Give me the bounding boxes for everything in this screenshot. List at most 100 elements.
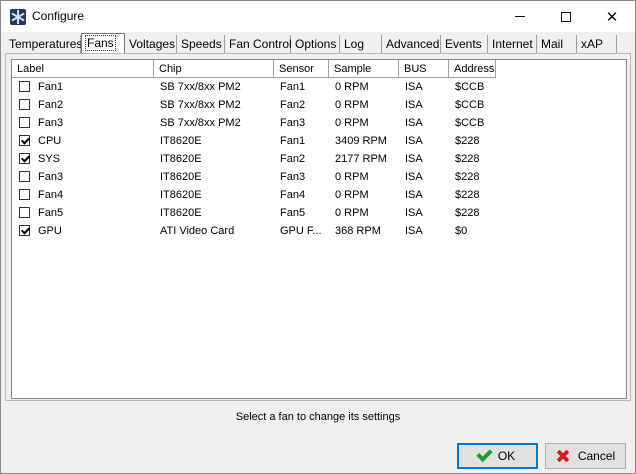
tab-speeds[interactable]: Speeds [177,35,225,53]
cell-chip: SB 7xx/8xx PM2 [160,99,241,111]
cell-label: GPU [38,225,62,237]
cell-sensor: GPU F... [280,225,322,237]
cell-chip: IT8620E [160,171,202,183]
cell-bus: ISA [405,135,423,147]
cell-chip: ATI Video Card [160,225,235,237]
fan-list[interactable]: Label Chip Sensor Sample BUS Address Fan… [11,59,627,399]
tab-internet[interactable]: Internet [488,35,537,53]
configure-window: Configure ✕ Temperatures Fans Voltages S… [0,0,636,474]
column-bus[interactable]: BUS [399,60,449,78]
cell-bus: ISA [405,225,423,237]
cell-address: $CCB [455,99,485,111]
row-checkbox[interactable] [19,81,30,92]
cell-address: $228 [455,207,480,219]
row-checkbox[interactable] [19,135,30,146]
table-row[interactable]: GPU ATI Video Card GPU F... 368 RPM ISA $0 [12,222,626,240]
cell-chip: IT8620E [160,153,202,165]
cell-sensor: Fan2 [280,153,306,165]
cell-sensor: Fan5 [280,207,306,219]
cell-label: Fan1 [38,81,64,93]
maximize-button[interactable] [543,1,589,32]
cell-sensor: Fan3 [280,117,306,129]
cell-bus: ISA [405,81,423,93]
cell-sample: 368 RPM [335,225,381,237]
row-checkbox[interactable] [19,225,30,236]
cell-label: SYS [38,153,61,165]
cell-label: CPU [38,135,62,147]
cell-address: $228 [455,135,480,147]
table-row[interactable]: Fan3 SB 7xx/8xx PM2 Fan3 0 RPM ISA $CCB [12,114,626,132]
minimize-icon [515,16,525,17]
tab-log[interactable]: Log [340,35,382,53]
cell-sensor: Fan3 [280,171,306,183]
table-row[interactable]: SYS IT8620E Fan2 2177 RPM ISA $228 [12,150,626,168]
tab-fans[interactable]: Fans [81,33,125,54]
cell-chip: IT8620E [160,189,202,201]
cell-sensor: Fan1 [280,135,306,147]
cell-label: Fan3 [38,171,64,183]
window-title: Configure [32,9,85,23]
cancel-x-icon [556,449,570,463]
tab-options[interactable]: Options [291,35,340,53]
row-checkbox[interactable] [19,99,30,110]
cell-bus: ISA [405,171,423,183]
table-row[interactable]: Fan4 IT8620E Fan4 0 RPM ISA $228 [12,186,626,204]
table-row[interactable]: Fan3 IT8620E Fan3 0 RPM ISA $228 [12,168,626,186]
column-sensor[interactable]: Sensor [274,60,329,78]
column-address[interactable]: Address [449,60,496,78]
cell-chip: SB 7xx/8xx PM2 [160,117,241,129]
table-row[interactable]: CPU IT8620E Fan1 3409 RPM ISA $228 [12,132,626,150]
table-row[interactable]: Fan2 SB 7xx/8xx PM2 Fan2 0 RPM ISA $CCB [12,96,626,114]
cell-label: Fan5 [38,207,64,219]
cell-sensor: Fan4 [280,189,306,201]
cell-address: $228 [455,171,480,183]
cell-sample: 0 RPM [335,171,369,183]
tab-temperatures[interactable]: Temperatures [5,35,82,53]
cell-address: $228 [455,189,480,201]
cell-sample: 3409 RPM [335,135,387,147]
cell-address: $228 [455,153,480,165]
checkmark-icon [476,445,493,463]
tab-mail[interactable]: Mail [537,35,577,53]
row-checkbox[interactable] [19,189,30,200]
close-icon: ✕ [605,8,619,26]
cell-label: Fan3 [38,117,64,129]
close-button[interactable]: ✕ [589,1,635,32]
cell-sensor: Fan2 [280,99,306,111]
cell-label: Fan2 [38,99,64,111]
table-row[interactable]: Fan5 IT8620E Fan5 0 RPM ISA $228 [12,204,626,222]
column-label[interactable]: Label [12,60,154,78]
cell-sample: 0 RPM [335,207,369,219]
status-text: Select a fan to change its settings [235,411,401,423]
maximize-icon [561,11,571,22]
ok-button[interactable]: OK [457,443,538,469]
table-row[interactable]: Fan1 SB 7xx/8xx PM2 Fan1 0 RPM ISA $CCB [12,78,626,96]
cell-bus: ISA [405,189,423,201]
fan-icon [10,9,26,25]
tab-events[interactable]: Events [441,35,488,53]
fans-panel: Label Chip Sensor Sample BUS Address Fan… [5,53,631,401]
ok-label: OK [497,449,516,463]
cell-sample: 2177 RPM [335,153,387,165]
cell-address: $0 [455,225,468,237]
minimize-button[interactable] [497,1,543,32]
column-sample[interactable]: Sample [329,60,399,78]
cell-bus: ISA [405,153,423,165]
cancel-button[interactable]: Cancel [545,443,626,469]
tab-fan-control[interactable]: Fan Control [225,35,292,53]
tab-voltages[interactable]: Voltages [125,35,177,53]
tab-strip: Temperatures Fans Voltages Speeds Fan Co… [5,33,633,54]
tab-advanced[interactable]: Advanced [382,35,441,53]
column-chip[interactable]: Chip [154,60,274,78]
row-checkbox[interactable] [19,153,30,164]
row-checkbox[interactable] [19,207,30,218]
cell-sample: 0 RPM [335,117,369,129]
tab-xap[interactable]: xAP [577,35,617,53]
cell-chip: IT8620E [160,135,202,147]
cell-bus: ISA [405,117,423,129]
row-checkbox[interactable] [19,117,30,128]
row-checkbox[interactable] [19,171,30,182]
cell-address: $CCB [455,117,485,129]
list-header: Label Chip Sensor Sample BUS Address [12,60,626,78]
cancel-label: Cancel [577,449,616,463]
